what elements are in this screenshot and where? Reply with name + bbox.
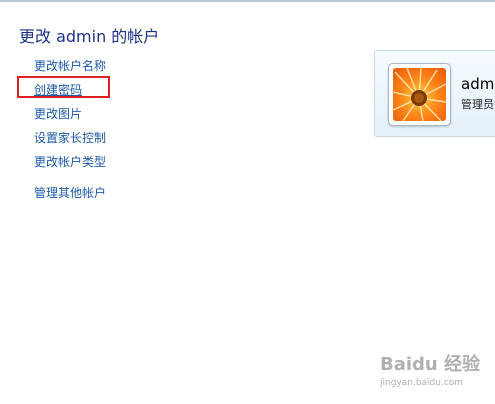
watermark-brand: Baidu 经验 xyxy=(380,354,481,375)
flower-icon xyxy=(393,68,446,121)
page-title: 更改 admin 的帐户 xyxy=(19,27,160,46)
change-account-type-link[interactable]: 更改帐户类型 xyxy=(34,153,106,170)
parental-controls-link[interactable]: 设置家长控制 xyxy=(34,129,106,146)
avatar-frame xyxy=(388,63,451,126)
manage-other-accounts-link[interactable]: 管理其他帐户 xyxy=(34,184,106,201)
account-type: 管理员 xyxy=(461,98,494,111)
change-account-name-link[interactable]: 更改帐户名称 xyxy=(34,57,106,74)
highlight-box xyxy=(17,76,110,98)
avatar xyxy=(393,68,446,121)
change-picture-link[interactable]: 更改图片 xyxy=(34,105,82,122)
account-card: adm 管理员 xyxy=(374,50,495,137)
baidu-watermark: Baidu 经验 jingyan.baidu.com xyxy=(372,350,492,398)
watermark-url: jingyan.baidu.com xyxy=(380,378,464,388)
account-name: adm xyxy=(461,75,495,93)
window-top-border xyxy=(0,0,495,2)
